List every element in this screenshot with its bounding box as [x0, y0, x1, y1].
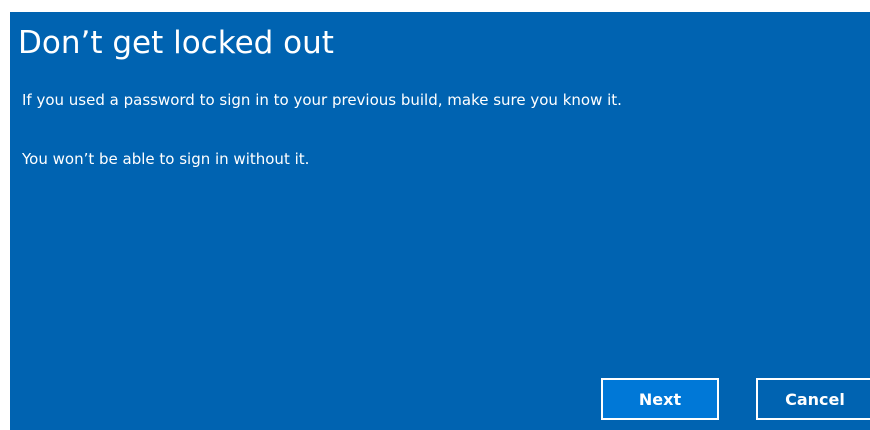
- rollback-dialog: Don’t get locked out If you used a passw…: [10, 12, 870, 430]
- dialog-title: Don’t get locked out: [18, 25, 334, 61]
- screen: Don’t get locked out If you used a passw…: [0, 0, 870, 430]
- next-button[interactable]: Next: [601, 378, 719, 420]
- sign-in-warning-message: You won’t be able to sign in without it.: [22, 150, 310, 168]
- cancel-button[interactable]: Cancel: [756, 378, 870, 420]
- password-warning-message: If you used a password to sign in to you…: [22, 91, 622, 109]
